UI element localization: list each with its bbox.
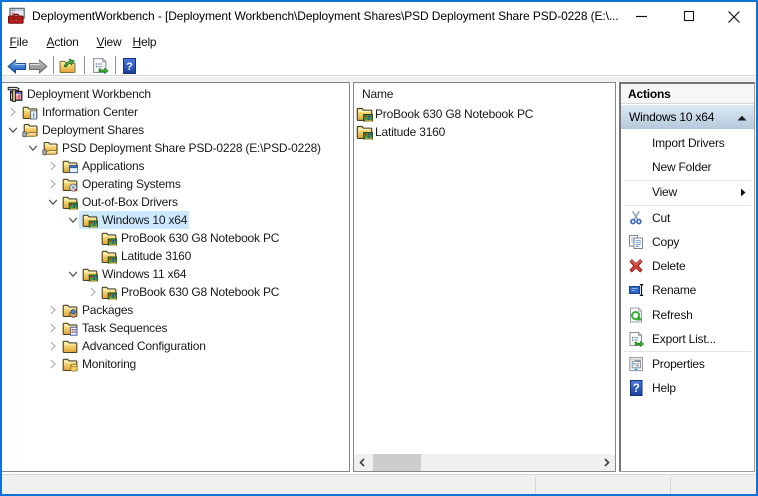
svg-text:?: ? xyxy=(126,61,133,73)
